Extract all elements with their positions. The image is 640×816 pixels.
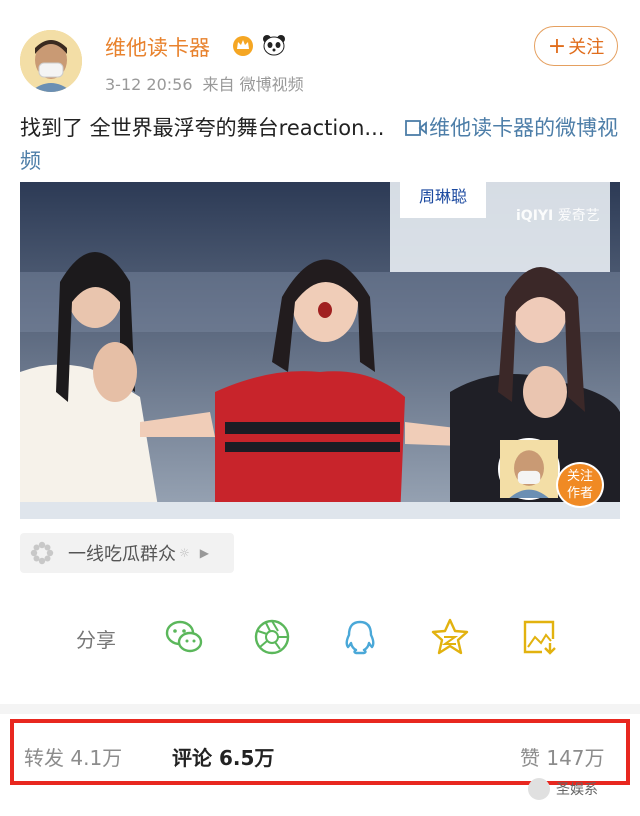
follow-author-button[interactable]: 关注 作者	[556, 462, 604, 508]
moments-icon[interactable]	[252, 617, 292, 657]
wechat-icon[interactable]	[164, 617, 204, 657]
chevron-right-icon: ▶	[199, 546, 209, 560]
topic-label: 一线吃瓜群众	[68, 544, 176, 565]
post-meta: 3-12 20:56 来自 微博视频	[105, 71, 314, 95]
post-body: 找到了 全世界最浮夸的舞台reaction... 维他读卡器的微博视频	[20, 112, 620, 178]
crown-badge-icon	[233, 36, 253, 56]
qq-icon[interactable]	[340, 617, 380, 657]
plus-icon: +	[547, 33, 567, 59]
save-image-icon[interactable]	[520, 617, 560, 657]
source-watermark: 圣娱系	[528, 778, 598, 800]
qzone-icon[interactable]	[430, 617, 470, 657]
author-name[interactable]: 维他读卡器	[105, 32, 210, 62]
share-label: 分享	[76, 628, 116, 652]
author-avatar[interactable]	[20, 30, 82, 92]
sparkle-icon: ☼	[179, 546, 190, 560]
flower-icon	[30, 541, 54, 565]
section-divider	[0, 704, 640, 714]
iqiyi-logo: iQIYI 爱奇艺	[516, 208, 600, 224]
video-author-avatar[interactable]	[498, 438, 560, 500]
repost-stat[interactable]: 转发 4.1万	[24, 742, 122, 771]
post-date: 3-12 20:56	[105, 75, 193, 94]
like-stat[interactable]: 赞 147万	[520, 742, 605, 771]
post-source[interactable]: 来自 微博视频	[203, 75, 304, 94]
watermark-logo-icon	[528, 778, 550, 800]
topic-tag[interactable]: 一线吃瓜群众 ☼ ▶	[20, 533, 234, 573]
name-tag: 周琳聪	[419, 187, 467, 206]
post-text: 找到了 全世界最浮夸的舞台reaction...	[20, 116, 385, 140]
panda-badge-icon	[263, 35, 285, 56]
follow-label: 关注	[568, 37, 605, 58]
follow-button[interactable]: + 关注	[534, 26, 618, 66]
comment-stat[interactable]: 评论 6.5万	[172, 742, 274, 771]
video-link-icon	[405, 120, 428, 136]
